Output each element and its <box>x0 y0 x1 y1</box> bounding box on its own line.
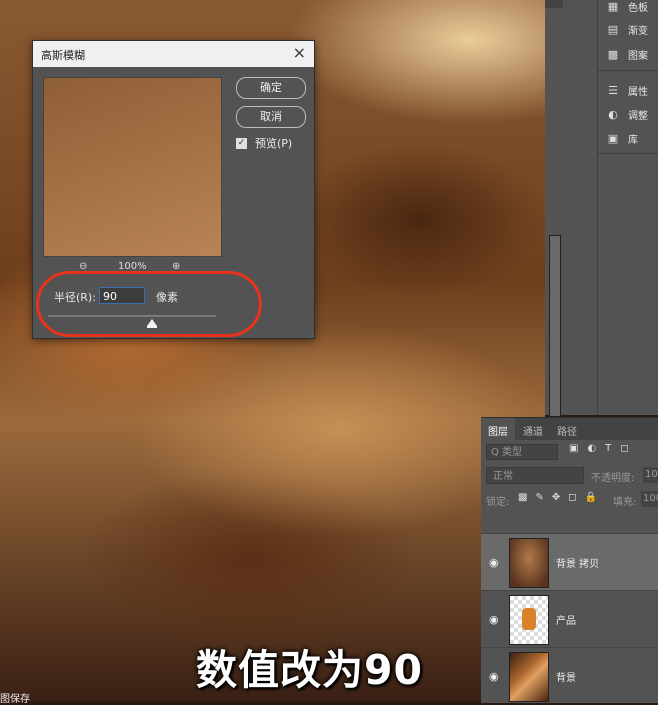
blur-preview[interactable] <box>43 77 222 257</box>
tab-paths[interactable]: 路径 <box>557 423 577 438</box>
gradient-icon: ▤ <box>607 22 619 36</box>
close-icon[interactable]: × <box>293 43 306 62</box>
preview-checkbox[interactable]: ✓ 预览(P) <box>236 135 292 151</box>
panel-item-label: 色板 <box>628 2 648 14</box>
scrollbar-top <box>545 0 563 8</box>
blend-row: 正常 不透明度: 100 <box>481 464 658 488</box>
panel-divider <box>598 153 658 154</box>
layer-name[interactable]: 产品 <box>556 612 576 627</box>
layer-row[interactable]: ◉ 背景 拷贝 <box>481 533 658 590</box>
eye-icon[interactable]: ◉ <box>489 613 499 626</box>
panel-item-gradients[interactable]: ▤ 渐变 <box>606 19 648 39</box>
lock-row: 锁定: ▩✎✥◻🔒 填充: 100 <box>481 488 658 512</box>
eye-icon[interactable]: ◉ <box>489 670 499 683</box>
panel-divider <box>598 70 658 71</box>
patterns-icon: ▩ <box>607 47 619 61</box>
panel-item-label: 库 <box>628 134 638 146</box>
blend-mode-select[interactable]: 正常 <box>486 467 584 484</box>
panel-item-properties[interactable]: ☰ 属性 <box>606 80 648 100</box>
panel-item-label: 渐变 <box>628 25 648 37</box>
ok-button[interactable]: 确定 <box>236 77 306 99</box>
layer-thumbnail <box>509 538 549 588</box>
layer-kind-filter[interactable]: Q 类型 <box>486 444 558 460</box>
filter-icons[interactable]: ▣◐T◻ <box>569 443 638 454</box>
product-bottle-shape <box>522 608 536 630</box>
cancel-button[interactable]: 取消 <box>236 106 306 128</box>
opacity-label: 不透明度: <box>591 473 635 484</box>
eye-icon[interactable]: ◉ <box>489 556 499 569</box>
panel-item-label: 属性 <box>628 86 648 98</box>
layer-thumbnail <box>509 652 549 702</box>
panel-item-label: 调整 <box>628 110 648 122</box>
layer-row[interactable]: ◉ 产品 <box>481 590 658 647</box>
layers-panel-tabs: 图层 通道 路径 <box>481 418 658 440</box>
panel-shortcuts: ▦ 色板 ▤ 渐变 ▩ 图案 ☰ 属性 ◐ 调整 ▣ 库 <box>597 0 658 415</box>
adjustments-icon: ◐ <box>608 107 618 121</box>
libraries-icon: ▣ <box>607 131 619 145</box>
layer-thumbnail <box>509 595 549 645</box>
checkmark-icon[interactable]: ✓ <box>236 137 247 149</box>
dialog-title: 高斯模糊 <box>41 49 85 62</box>
panel-item-swatches[interactable]: ▦ 色板 <box>606 0 648 16</box>
highlight-annotation-ring <box>36 271 262 337</box>
properties-icon: ☰ <box>608 83 618 97</box>
corner-text: 图保存 <box>0 694 30 705</box>
layer-filter-row: Q 类型 ▣◐T◻ <box>481 440 658 464</box>
panel-item-patterns[interactable]: ▩ 图案 <box>606 44 648 64</box>
panel-item-label: 图案 <box>628 50 648 62</box>
video-caption: 数值改为90 <box>196 646 424 694</box>
lock-label: 锁定: <box>486 497 510 508</box>
tab-layers[interactable]: 图层 <box>488 423 508 438</box>
dialog-title-bar[interactable]: 高斯模糊 × <box>33 41 314 67</box>
panel-item-adjustments[interactable]: ◐ 调整 <box>606 104 648 124</box>
fill-field[interactable]: 100 <box>641 491 658 507</box>
fill-label: 填充: <box>613 497 637 508</box>
layer-name[interactable]: 背景 拷贝 <box>556 555 599 570</box>
lock-icons[interactable]: ▩✎✥◻🔒 <box>518 492 605 503</box>
opacity-field[interactable]: 100 <box>643 467 658 483</box>
layer-row[interactable]: ◉ 背景 <box>481 647 658 704</box>
panel-item-libraries[interactable]: ▣ 库 <box>606 128 638 148</box>
preview-label: 预览(P) <box>255 137 293 150</box>
swatches-icon: ▦ <box>607 0 619 13</box>
layers-panel: 图层 通道 路径 Q 类型 ▣◐T◻ 正常 不透明度: 100 锁定: ▩✎✥◻… <box>481 417 658 703</box>
layer-name[interactable]: 背景 <box>556 669 576 684</box>
canvas-vertical-scrollbar[interactable] <box>545 0 563 417</box>
tab-channels[interactable]: 通道 <box>523 423 543 438</box>
scrollbar-thumb[interactable] <box>549 235 561 417</box>
